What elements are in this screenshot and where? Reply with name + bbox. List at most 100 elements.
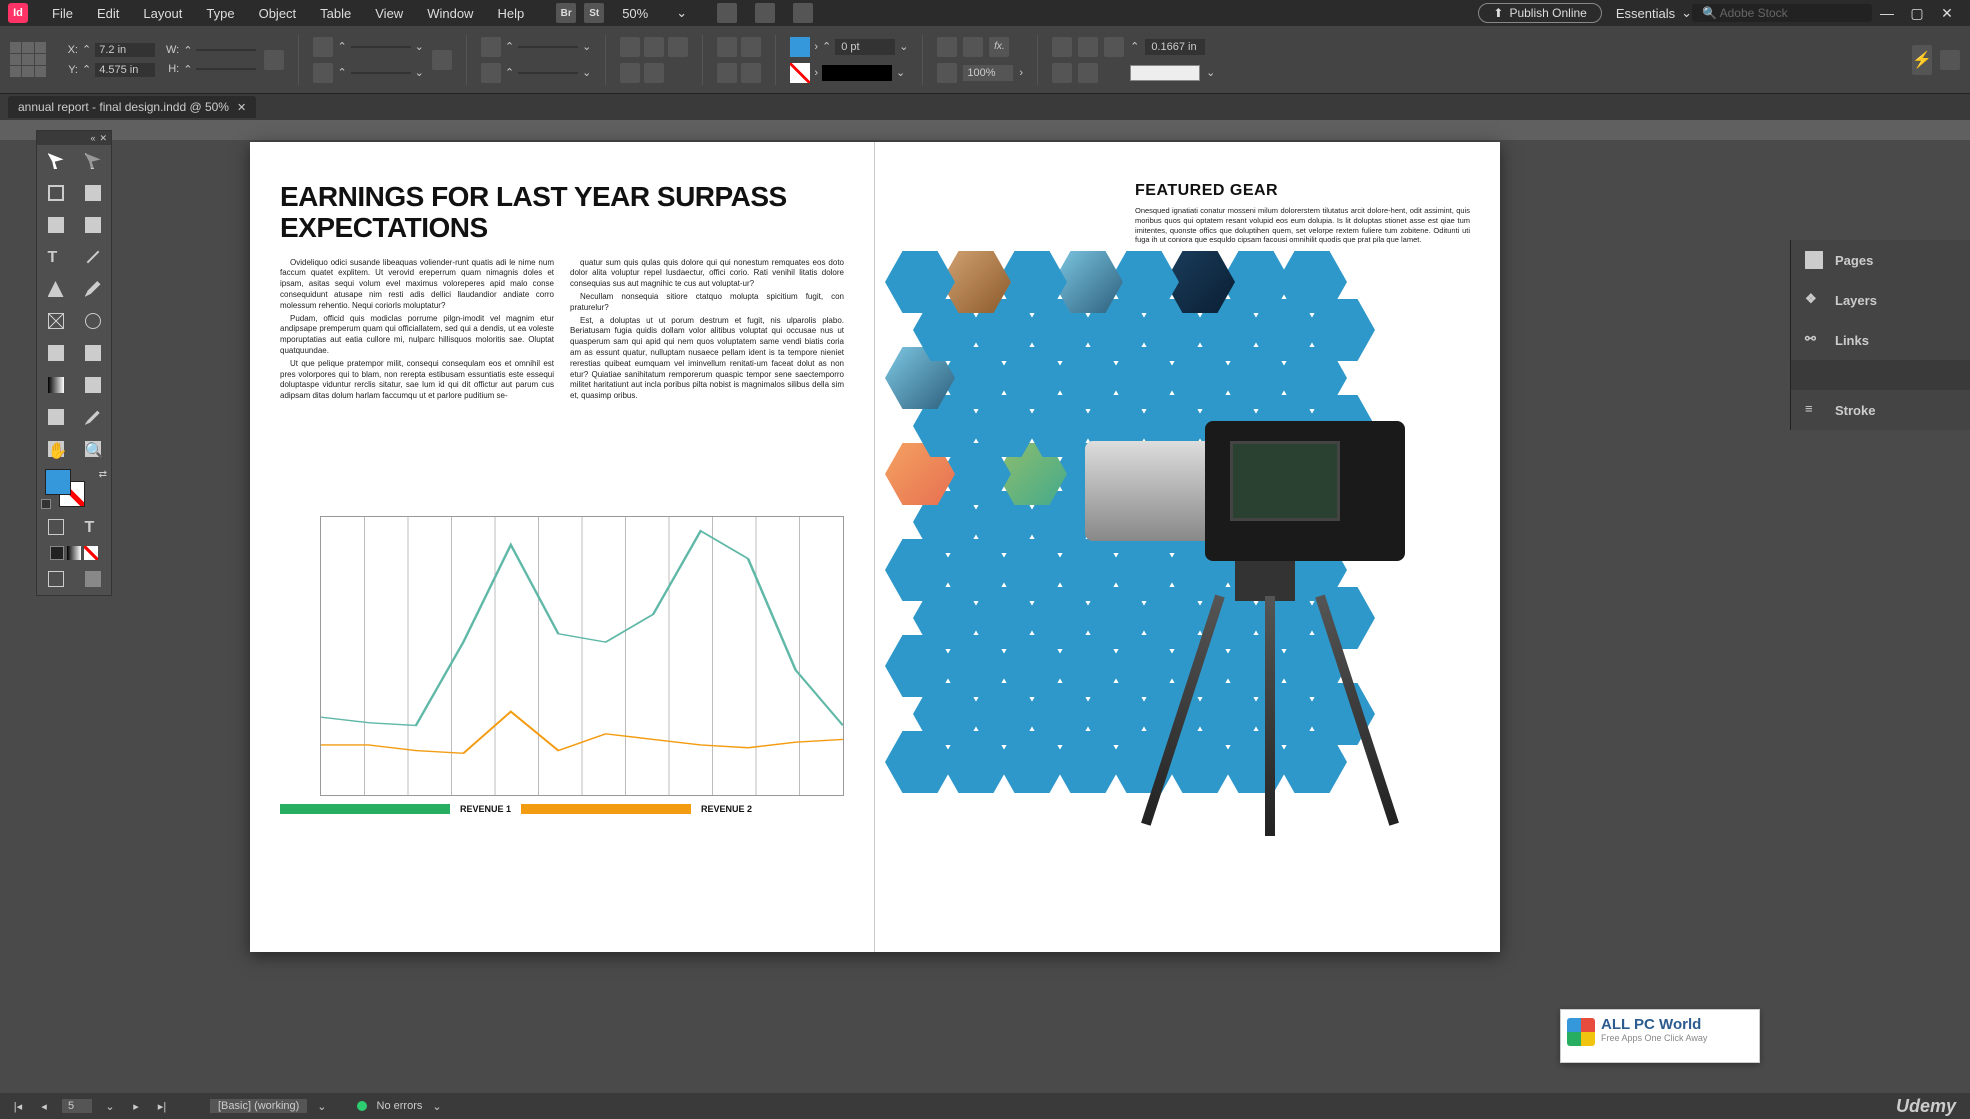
- scale-y-stepper[interactable]: ⌃: [337, 66, 346, 79]
- scale-dd2[interactable]: ⌄: [415, 66, 424, 79]
- quick-apply-icon[interactable]: ⚡: [1912, 45, 1932, 75]
- w-field[interactable]: [196, 49, 256, 51]
- scale-dd[interactable]: ⌄: [415, 40, 424, 53]
- align-right-icon[interactable]: [1078, 63, 1098, 83]
- publish-online-button[interactable]: ⬆ Publish Online: [1478, 3, 1601, 23]
- adobe-stock-search[interactable]: 🔍 Adobe Stock: [1692, 4, 1872, 22]
- shear-field[interactable]: [518, 72, 578, 74]
- color-theme-swatch[interactable]: [1130, 65, 1200, 81]
- rotate-cw-icon[interactable]: [644, 37, 664, 57]
- apply-color-icon[interactable]: [50, 546, 64, 560]
- zoom-level[interactable]: 50%: [622, 6, 648, 21]
- maximize-button[interactable]: ▢: [1902, 5, 1932, 22]
- pen-tool[interactable]: [37, 273, 74, 305]
- close-panel-icon[interactable]: ✕: [99, 133, 107, 144]
- cursor-prefs-icon[interactable]: [668, 37, 688, 57]
- ellipse-tool[interactable]: [74, 305, 111, 337]
- stroke-style[interactable]: [822, 65, 892, 81]
- eyedropper-tool[interactable]: [74, 401, 111, 433]
- w-stepper-icon[interactable]: ⌃: [183, 44, 192, 57]
- y-stepper-icon[interactable]: ⌃: [82, 63, 91, 76]
- flip-h-icon[interactable]: [620, 63, 640, 83]
- line-tool[interactable]: [74, 241, 111, 273]
- ct-dd[interactable]: ⌄: [1206, 66, 1215, 79]
- page-tool[interactable]: [37, 177, 74, 209]
- menu-view[interactable]: View: [363, 6, 415, 21]
- shear-stepper[interactable]: ⌃: [505, 66, 514, 79]
- content-placer-tool[interactable]: [74, 209, 111, 241]
- minimize-button[interactable]: —: [1872, 5, 1902, 21]
- collapse-icon[interactable]: «: [90, 133, 95, 143]
- workspace-switcher[interactable]: Essentials ⌄: [1616, 5, 1692, 21]
- menu-object[interactable]: Object: [247, 6, 309, 21]
- h-field[interactable]: [196, 68, 256, 70]
- fx-icon[interactable]: fx.: [989, 37, 1009, 57]
- next-page-button[interactable]: ▸: [128, 1100, 144, 1113]
- bridge-icon[interactable]: Br: [556, 3, 576, 23]
- view-options-icon[interactable]: [717, 3, 737, 23]
- h-stepper-icon[interactable]: ⌃: [183, 63, 192, 76]
- preflight-dropdown[interactable]: ⌄: [317, 1100, 326, 1113]
- stroke-chevron[interactable]: ›: [814, 67, 818, 79]
- menu-type[interactable]: Type: [194, 6, 246, 21]
- hand-tool[interactable]: ✋: [37, 433, 74, 465]
- gradient-feather-tool[interactable]: [74, 369, 111, 401]
- stock-icon[interactable]: St: [584, 3, 604, 23]
- swap-colors-icon[interactable]: ⇄: [99, 469, 107, 480]
- sw-dd[interactable]: ⌄: [899, 40, 908, 53]
- fill-stroke-colors[interactable]: ⇄: [37, 465, 111, 511]
- fill-color[interactable]: [45, 469, 71, 495]
- canvas[interactable]: EARNINGS FOR LAST YEAR SURPASS EXPECTATI…: [0, 120, 1970, 1093]
- menu-window[interactable]: Window: [415, 6, 485, 21]
- zoom-dropdown-icon[interactable]: ⌄: [676, 5, 687, 21]
- panel-menu-icon[interactable]: [1940, 50, 1960, 70]
- page-number-field[interactable]: 5: [62, 1099, 92, 1113]
- select-content-icon[interactable]: [741, 37, 761, 57]
- fill-swatch[interactable]: [790, 37, 810, 57]
- rectangle-frame-tool[interactable]: [37, 305, 74, 337]
- menu-table[interactable]: Table: [308, 6, 363, 21]
- stroke-weight-field[interactable]: 0 pt: [835, 39, 895, 55]
- document-tab[interactable]: annual report - final design.indd @ 50% …: [8, 96, 256, 118]
- opacity-field[interactable]: 100%: [963, 65, 1013, 81]
- fill-chevron[interactable]: ›: [814, 41, 818, 53]
- reference-point[interactable]: [10, 42, 46, 78]
- zoom-tool[interactable]: 🔍: [74, 433, 111, 465]
- menu-file[interactable]: File: [40, 6, 85, 21]
- constrain-scale-icon[interactable]: [432, 50, 452, 70]
- wrap-none-icon[interactable]: [1052, 37, 1072, 57]
- x-stepper-icon[interactable]: ⌃: [82, 43, 91, 56]
- page-dropdown[interactable]: ⌄: [102, 1100, 118, 1113]
- normal-view-icon[interactable]: [37, 563, 74, 595]
- first-page-button[interactable]: |◂: [10, 1100, 26, 1113]
- rotate-field[interactable]: [518, 46, 578, 48]
- menu-edit[interactable]: Edit: [85, 6, 131, 21]
- corner-options-icon[interactable]: [937, 37, 957, 57]
- ss-dd[interactable]: ⌄: [896, 66, 905, 79]
- note-tool[interactable]: [37, 401, 74, 433]
- type-tool[interactable]: T: [37, 241, 74, 273]
- selection-tool[interactable]: [37, 145, 74, 177]
- y-field[interactable]: 4.575 in: [95, 63, 155, 77]
- scale-x-stepper[interactable]: ⌃: [337, 40, 346, 53]
- apply-none-icon[interactable]: [84, 546, 98, 560]
- next-object-icon[interactable]: [741, 63, 761, 83]
- op-dd[interactable]: ›: [1019, 67, 1023, 79]
- content-collector-tool[interactable]: [37, 209, 74, 241]
- scale-y-field[interactable]: [351, 72, 411, 74]
- apply-gradient-icon[interactable]: [67, 546, 81, 560]
- formatting-text-icon[interactable]: T: [74, 511, 111, 543]
- drop-shadow-icon[interactable]: [963, 37, 983, 57]
- preflight-dd2[interactable]: ⌄: [432, 1100, 441, 1113]
- scissors-tool[interactable]: ✂: [37, 337, 74, 369]
- formatting-container-icon[interactable]: [37, 511, 74, 543]
- close-button[interactable]: ✕: [1932, 5, 1962, 22]
- stroke-swatch[interactable]: [790, 63, 810, 83]
- select-container-icon[interactable]: [717, 37, 737, 57]
- wrap-bbox-icon[interactable]: [1078, 37, 1098, 57]
- flip-v-icon[interactable]: [644, 63, 664, 83]
- gap-tool[interactable]: ↔: [74, 177, 111, 209]
- gradient-swatch-tool[interactable]: [37, 369, 74, 401]
- pencil-tool[interactable]: [74, 273, 111, 305]
- prev-object-icon[interactable]: [717, 63, 737, 83]
